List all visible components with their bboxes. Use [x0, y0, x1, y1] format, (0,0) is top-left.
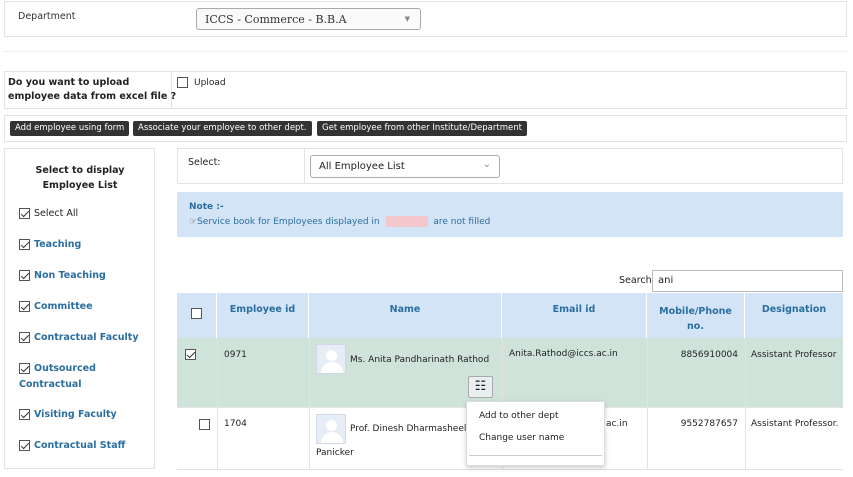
header-mobile-line2: no. — [687, 321, 704, 332]
sidebar-title: Select to display Employee List — [14, 163, 146, 193]
search-input-value: ani — [658, 275, 674, 286]
filter-panel — [177, 148, 843, 184]
row-border — [177, 469, 843, 470]
divider — [4, 51, 847, 52]
sidebar-item-label: Contractual — [19, 379, 82, 390]
sidebar-item-outsourced-contractual-line2: Contractual — [19, 377, 82, 393]
sidebar-title-line2: Employee List — [42, 180, 118, 191]
department-select[interactable]: ICCS - Commerce - B.B.A ▼ — [196, 8, 421, 30]
upload-checkbox-label: Upload — [194, 78, 226, 88]
avatar — [316, 414, 346, 444]
checkbox[interactable] — [19, 270, 30, 281]
checkbox[interactable] — [19, 440, 30, 451]
sidebar-item-label: Outsourced — [34, 363, 96, 374]
filter-panel-divider — [304, 148, 305, 184]
employee-designation: Assistant Professor. — [751, 419, 839, 429]
employee-name-line2[interactable]: Panicker — [316, 448, 354, 458]
checkbox[interactable] — [19, 363, 30, 374]
context-menu-divider — [469, 455, 602, 456]
avatar — [316, 344, 346, 374]
sidebar-item-label: Non Teaching — [34, 270, 106, 281]
row-checkbox[interactable] — [185, 349, 196, 360]
upload-question-line1: Do you want to upload — [8, 77, 130, 88]
sidebar-item-select-all[interactable]: Select All — [19, 206, 78, 222]
get-employee-other-button[interactable]: Get employee from other Institute/Depart… — [317, 121, 527, 136]
sidebar-item-label: Contractual Staff — [34, 440, 126, 451]
sidebar-item-contractual-staff[interactable]: Contractual Staff — [19, 438, 125, 454]
header-designation[interactable]: Designation — [745, 293, 843, 338]
employee-email: ac.in — [606, 419, 628, 429]
highlight-swatch — [385, 216, 428, 227]
employee-name[interactable]: Ms. Anita Pandharinath Rathod — [350, 355, 489, 365]
sidebar-item-committee[interactable]: Committee — [19, 299, 93, 315]
associate-employee-button[interactable]: Associate your employee to other dept. — [133, 121, 312, 136]
header-email[interactable]: Email id — [502, 293, 647, 338]
upload-checkbox-wrap[interactable]: Upload — [177, 77, 226, 88]
sidebar-item-outsourced-contractual[interactable]: Outsourced — [19, 361, 96, 377]
department-label: Department — [18, 11, 76, 22]
employee-id: 1704 — [224, 419, 247, 429]
checkbox[interactable] — [19, 239, 30, 250]
note-text-after: are not filled — [433, 217, 491, 227]
header-mobile-line1: Mobile/Phone — [659, 306, 732, 317]
sidebar-item-visiting-faculty[interactable]: Visiting Faculty — [19, 407, 117, 423]
context-menu-item-add-dept[interactable]: Add to other dept — [479, 411, 559, 421]
context-menu: Add to other dept Change user name — [466, 401, 605, 466]
checkbox[interactable] — [19, 409, 30, 420]
department-panel — [4, 1, 847, 37]
chevron-down-icon: ⌄ — [482, 159, 491, 170]
employee-id: 0971 — [224, 350, 247, 360]
employee-mobile: 9552787657 — [680, 419, 738, 429]
context-menu-item-change-name[interactable]: Change user name — [479, 433, 564, 443]
note-box — [177, 192, 843, 237]
department-select-value: ICCS - Commerce - B.B.A — [205, 13, 347, 26]
upload-checkbox[interactable] — [177, 77, 188, 88]
header-checkbox-cell — [177, 293, 217, 338]
note-text: ☞Service book for Employees displayed in… — [189, 216, 490, 227]
hand-pointer-icon: ☞ — [189, 217, 198, 227]
checkbox[interactable] — [19, 332, 30, 343]
sidebar-item-teaching[interactable]: Teaching — [19, 237, 81, 253]
upload-question-line2: employee data from excel file ? — [8, 91, 177, 102]
sidebar-item-contractual-faculty[interactable]: Contractual Faculty — [19, 330, 139, 346]
header-mobile[interactable]: Mobile/Phone no. — [647, 293, 745, 338]
employee-mobile: 8856910004 — [680, 350, 738, 360]
employee-list-select-value: All Employee List — [319, 161, 405, 172]
sidebar-item-label: Committee — [34, 301, 93, 312]
employee-email: Anita.Rathod@iccs.ac.in — [509, 349, 618, 359]
upload-question: Do you want to upload employee data from… — [8, 76, 176, 104]
row-checkbox[interactable] — [199, 419, 211, 430]
list-menu-icon: ☷ — [474, 379, 487, 394]
sidebar-title-line1: Select to display — [35, 165, 125, 176]
checkbox[interactable] — [19, 208, 30, 219]
employee-name-line1[interactable]: Prof. Dinesh Dharmasheelan — [350, 424, 478, 434]
sidebar-item-label: Teaching — [34, 239, 82, 250]
sidebar-item-non-teaching[interactable]: Non Teaching — [19, 268, 106, 284]
note-title: Note :- — [189, 202, 224, 212]
search-input[interactable]: ani — [652, 270, 843, 292]
sidebar-item-label: Visiting Faculty — [34, 409, 117, 420]
employee-list-select[interactable]: All Employee List ⌄ — [310, 155, 500, 178]
search-label: Search: — [619, 275, 655, 286]
chevron-down-icon: ▼ — [404, 15, 410, 23]
header-employee-id[interactable]: Employee id — [217, 293, 309, 338]
employee-designation: Assistant Professor — [751, 350, 837, 360]
filter-label: Select: — [188, 157, 221, 168]
sidebar-item-label: Select All — [34, 208, 79, 219]
add-employee-form-button[interactable]: Add employee using form — [10, 121, 130, 136]
note-text-before: Service book for Employees displayed in — [197, 217, 380, 227]
select-all-rows-checkbox[interactable] — [191, 308, 202, 319]
header-name[interactable]: Name — [309, 293, 502, 338]
row-menu-button[interactable]: ☷ — [468, 376, 493, 398]
sidebar-item-label: Contractual Faculty — [34, 332, 139, 343]
checkbox[interactable] — [19, 301, 30, 312]
